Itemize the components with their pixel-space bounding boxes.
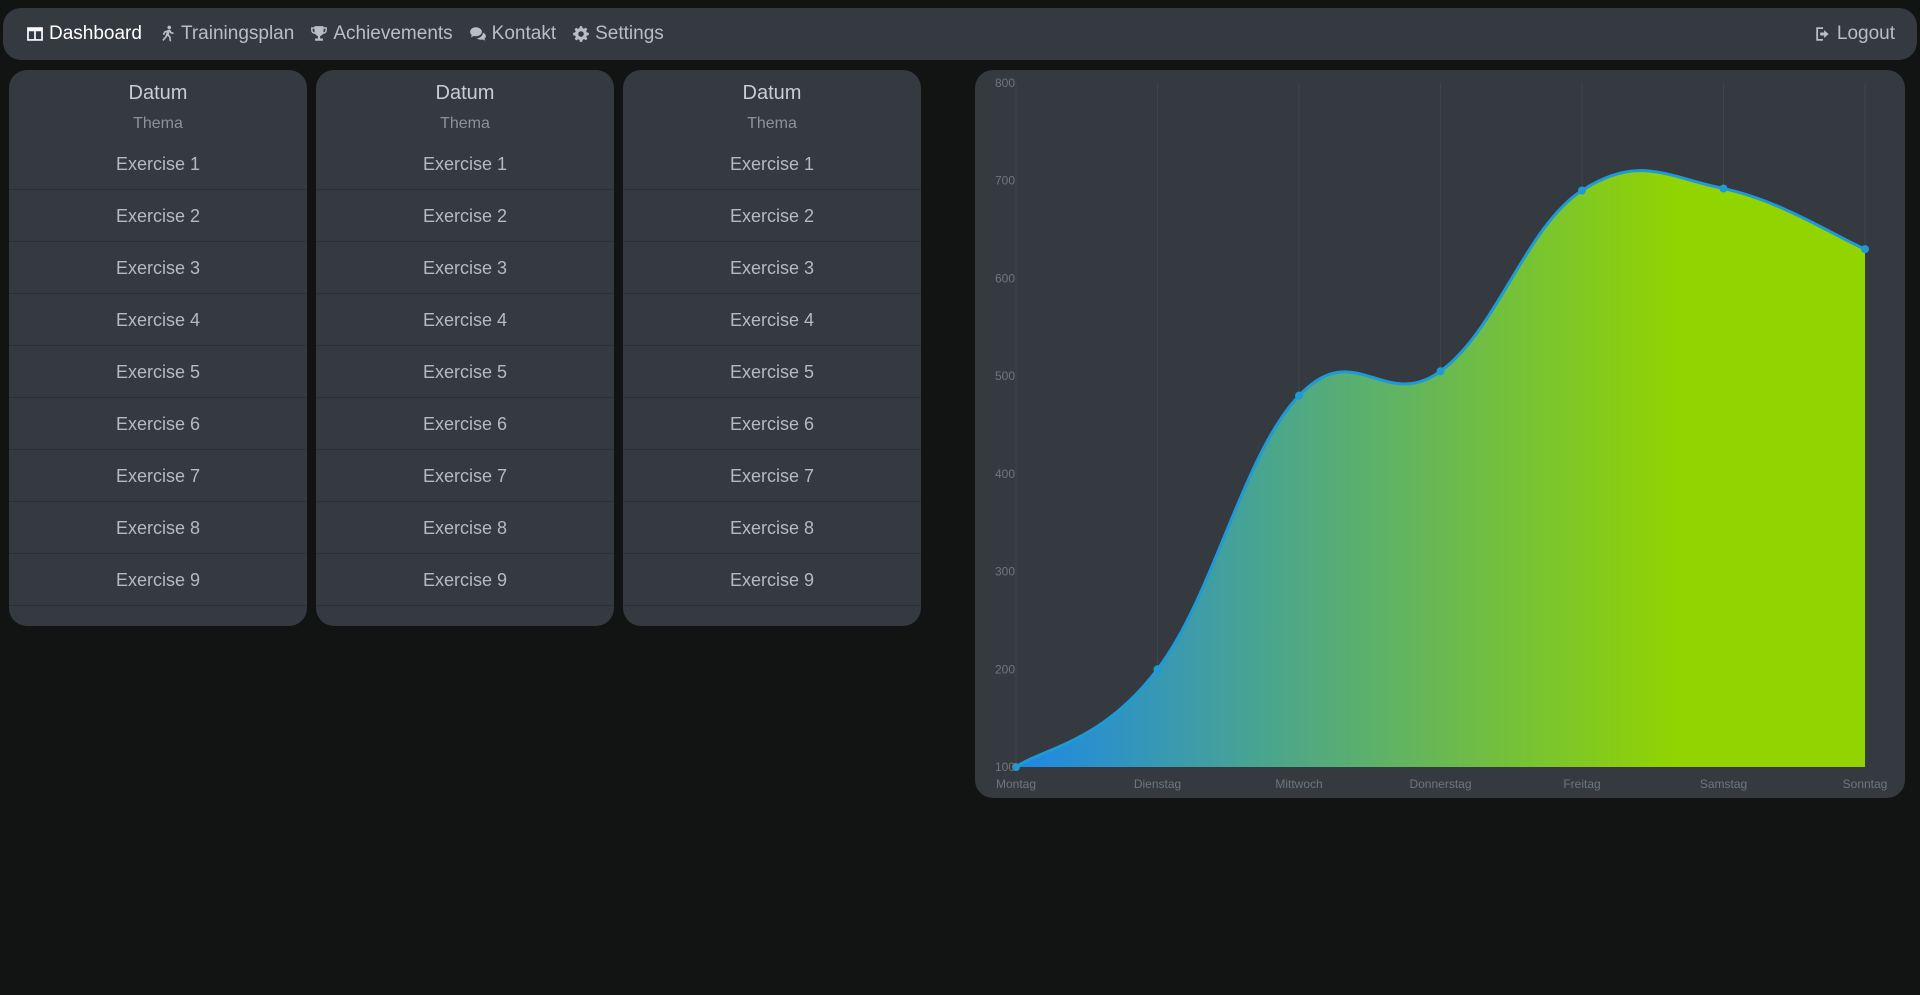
y-tick-label: 700 (995, 174, 1015, 188)
card-topic: Thema (133, 115, 183, 132)
y-tick-label: 400 (995, 467, 1015, 481)
exercise-item[interactable]: Exercise 1 (316, 138, 614, 190)
exercise-item[interactable]: Exercise 1 (623, 138, 921, 190)
nav-label: Achievements (333, 23, 453, 44)
top-navbar: Dashboard Trainingsplan Achievements Kon… (3, 8, 1917, 60)
exercise-item[interactable]: Exercise 8 (623, 502, 921, 554)
nav-label: Settings (595, 23, 664, 44)
exercise-item[interactable]: Exercise 5 (316, 346, 614, 398)
exercise-item[interactable]: Exercise 4 (9, 294, 307, 346)
training-card: Datum Thema Exercise 1 Exercise 2 Exerci… (316, 70, 614, 626)
exercise-item[interactable]: Exercise 3 (623, 242, 921, 294)
data-point[interactable] (1153, 665, 1162, 674)
nav-label: Kontakt (491, 23, 557, 44)
weekly-chart-panel: 100 200 300 400 500 600 700 800 Montag Dienstag M… (975, 70, 1905, 798)
exercise-item[interactable]: Exercise 2 (316, 190, 614, 242)
card-date: Datum (128, 82, 188, 104)
x-tick-label: Montag (996, 777, 1036, 791)
card-topic: Thema (747, 115, 797, 132)
exercise-item[interactable]: Exercise 6 (316, 398, 614, 450)
exercise-item[interactable]: Exercise 5 (623, 346, 921, 398)
card-date: Datum (742, 82, 802, 104)
nav-item-achievements[interactable]: Achievements (309, 23, 453, 45)
y-tick-label: 600 (995, 271, 1015, 285)
data-point[interactable] (1719, 184, 1728, 193)
x-tick-label: Mittwoch (1275, 777, 1322, 791)
y-tick-label: 300 (995, 565, 1015, 579)
nav-label: Dashboard (49, 23, 142, 44)
exercise-item[interactable]: Exercise 1 (9, 138, 307, 190)
exercise-item[interactable]: Exercise 7 (316, 450, 614, 502)
area-chart: 100 200 300 400 500 600 700 800 Montag Dienstag M… (995, 76, 1888, 791)
exercise-item[interactable]: Exercise 9 (623, 554, 921, 606)
data-point[interactable] (1578, 186, 1586, 195)
trophy-icon (309, 24, 329, 44)
data-point[interactable] (1861, 245, 1869, 254)
nav-item-trainingsplan[interactable]: Trainingsplan (157, 23, 294, 45)
data-point[interactable] (1295, 391, 1303, 400)
card-date: Datum (435, 82, 495, 104)
logout-label: Logout (1836, 23, 1895, 44)
x-tick-label: Sonntag (1843, 777, 1888, 791)
exercise-item[interactable]: Exercise 8 (9, 502, 307, 554)
exercise-item[interactable]: Exercise 2 (9, 190, 307, 242)
y-tick-label: 200 (995, 662, 1015, 676)
nav-label: Trainingsplan (180, 23, 295, 44)
exercise-item[interactable]: Exercise 6 (623, 398, 921, 450)
exercise-item[interactable]: Exercise 5 (9, 346, 307, 398)
comments-icon (468, 24, 488, 44)
exercise-item[interactable]: Exercise 9 (316, 554, 614, 606)
table-icon (25, 24, 45, 44)
x-tick-label: Samstag (1700, 777, 1747, 791)
training-card: Datum Thema Exercise 1 Exercise 2 Exerci… (623, 70, 921, 626)
running-icon (157, 24, 177, 44)
exercise-item[interactable]: Exercise 2 (623, 190, 921, 242)
exercise-item[interactable]: Exercise 6 (9, 398, 307, 450)
card-topic: Thema (440, 115, 490, 132)
exercise-item[interactable]: Exercise 8 (316, 502, 614, 554)
exercise-item[interactable]: Exercise 4 (623, 294, 921, 346)
y-tick-label: 500 (995, 369, 1015, 383)
data-point[interactable] (1436, 367, 1445, 376)
nav-item-dashboard[interactable]: Dashboard (25, 23, 142, 45)
exercise-item[interactable]: Exercise 4 (316, 294, 614, 346)
exercise-item[interactable]: Exercise 9 (9, 554, 307, 606)
logout-icon (1813, 24, 1833, 44)
exercise-item[interactable]: Exercise 7 (9, 450, 307, 502)
y-tick-label: 800 (995, 76, 1015, 90)
gear-icon (571, 24, 591, 44)
training-card: Datum Thema Exercise 1 Exercise 2 Exerci… (9, 70, 307, 626)
y-tick-label: 100 (995, 760, 1015, 774)
x-tick-label: Donnerstag (1409, 777, 1471, 791)
nav-item-settings[interactable]: Settings (571, 23, 664, 45)
exercise-item[interactable]: Exercise 3 (316, 242, 614, 294)
x-tick-label: Freitag (1563, 777, 1600, 791)
x-tick-label: Dienstag (1134, 777, 1181, 791)
nav-item-kontakt[interactable]: Kontakt (468, 23, 556, 45)
exercise-item[interactable]: Exercise 3 (9, 242, 307, 294)
logout-button[interactable]: Logout (1813, 23, 1895, 45)
exercise-item[interactable]: Exercise 7 (623, 450, 921, 502)
